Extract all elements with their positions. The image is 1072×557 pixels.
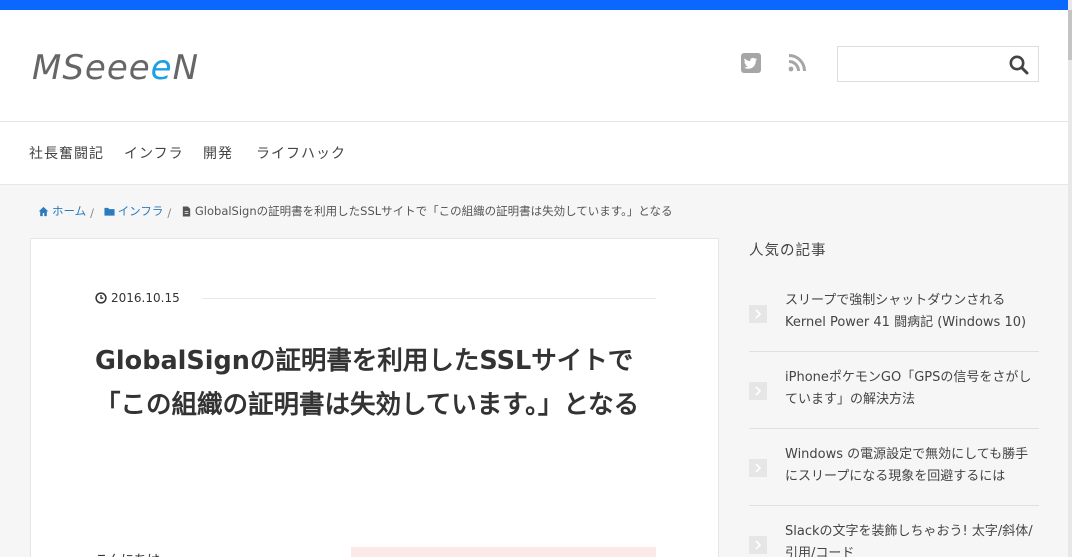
post-date: 2016.10.15	[111, 291, 180, 305]
nav-item-shacho[interactable]: 社長奮闘記	[29, 143, 104, 163]
chevron-right-icon	[749, 459, 767, 477]
popular-item[interactable]: Windows の電源設定で無効にしても勝手にスリープになる現象を回避するには	[749, 429, 1039, 506]
popular-posts-title: 人気の記事	[749, 243, 827, 259]
popular-item-label[interactable]: Slackの文字を装飾しちゃおう! 太字/斜体/引用/コード	[785, 521, 1039, 557]
breadcrumb: ホーム / インフラ / GlobalSignの証明書を利用したSSLサイトで「…	[38, 203, 673, 220]
popular-item-label[interactable]: iPhoneポケモンGO「GPSの信号をさがしています」の解決方法	[785, 367, 1039, 411]
post-date-row: 2016.10.15	[95, 290, 656, 306]
site-header: MSeeeeN	[0, 10, 1068, 122]
breadcrumb-home[interactable]: ホーム	[52, 203, 86, 219]
popular-item[interactable]: iPhoneポケモンGO「GPSの信号をさがしています」の解決方法	[749, 352, 1039, 429]
top-accent-bar	[0, 0, 1068, 10]
breadcrumb-current: GlobalSignの証明書を利用したSSLサイトで「この組織の証明書は失効して…	[194, 204, 673, 218]
rss-icon[interactable]	[786, 52, 808, 74]
article-intro: こんにちは	[95, 549, 160, 557]
home-icon	[38, 206, 49, 216]
article-image	[351, 547, 656, 557]
nav-item-infra[interactable]: インフラ	[124, 143, 184, 163]
twitter-icon[interactable]	[740, 52, 762, 74]
nav-item-lifehack[interactable]: ライフハック	[256, 143, 346, 163]
popular-item[interactable]: スリープで強制シャットダウンされる Kernel Power 41 闘病記 (W…	[749, 275, 1039, 352]
chevron-right-icon	[749, 536, 767, 554]
global-nav: 社長奮闘記 インフラ 開発 ライフハック	[0, 122, 1068, 185]
popular-posts-list: スリープで強制シャットダウンされる Kernel Power 41 闘病記 (W…	[749, 275, 1039, 557]
scrollbar[interactable]	[1068, 0, 1072, 557]
clock-icon	[95, 292, 107, 304]
site-logo[interactable]: MSeeeeN	[32, 48, 199, 88]
breadcrumb-category[interactable]: インフラ	[118, 203, 164, 219]
file-icon	[182, 205, 191, 217]
article-card: 2016.10.15 GlobalSignの証明書を利用したSSLサイトで「この…	[30, 238, 719, 557]
nav-item-dev[interactable]: 開発	[203, 143, 233, 163]
chevron-right-icon	[749, 382, 767, 400]
search-input[interactable]	[838, 47, 998, 81]
popular-item[interactable]: Slackの文字を装飾しちゃおう! 太字/斜体/引用/コード	[749, 506, 1039, 557]
date-divider	[201, 297, 656, 299]
article-title: GlobalSignの証明書を利用したSSLサイトで「この組織の証明書は失効して…	[95, 346, 640, 420]
popular-item-label[interactable]: スリープで強制シャットダウンされる Kernel Power 41 闘病記 (W…	[785, 290, 1039, 334]
search-icon[interactable]	[1008, 54, 1030, 76]
search-box	[837, 46, 1039, 82]
folder-icon	[104, 207, 115, 216]
popular-item-label[interactable]: Windows の電源設定で無効にしても勝手にスリープになる現象を回避するには	[785, 444, 1039, 488]
scrollbar-thumb[interactable]	[1068, 10, 1072, 60]
chevron-right-icon	[749, 305, 767, 323]
